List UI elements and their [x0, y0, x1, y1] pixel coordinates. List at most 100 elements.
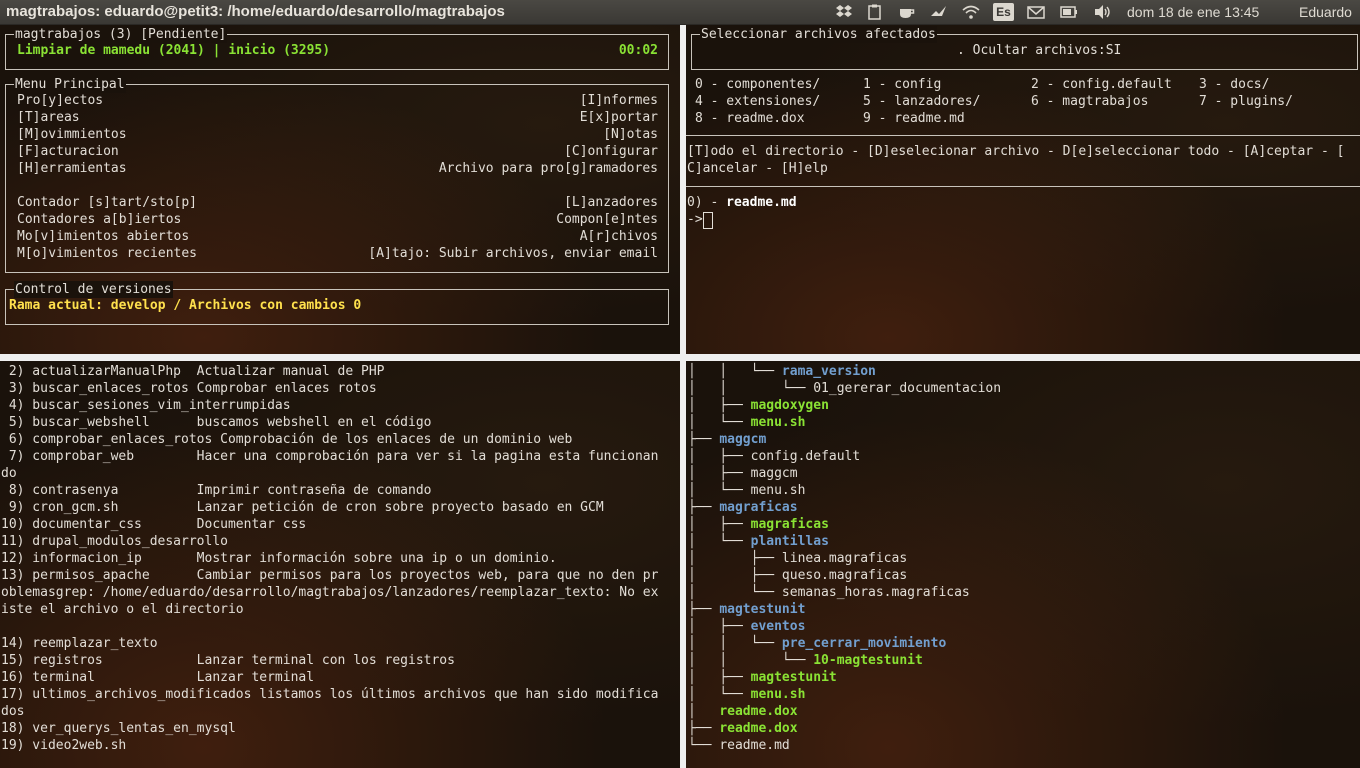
menu-item[interactable]: [A]tajo: Subir archivos, enviar email — [368, 245, 658, 262]
bird-notification-icon[interactable] — [930, 4, 948, 20]
launcher-line[interactable]: iste el archivo o el directorio — [1, 601, 244, 618]
menu-item[interactable]: A[r]chivos — [580, 228, 658, 245]
launcher-line[interactable]: oblemasgrep: /home/eduardo/desarrollo/ma… — [1, 584, 658, 601]
file-option[interactable]: 2 - config.default — [1031, 76, 1172, 93]
menu-item[interactable]: Archivo para pro[g]ramadores — [439, 160, 658, 177]
tree-branch: │ — [688, 704, 720, 719]
launcher-line[interactable]: 4) buscar_sesiones_vim_interrumpidas — [1, 397, 291, 414]
tree-branch: │ ├── — [688, 466, 751, 481]
menu-item[interactable]: Pro[y]ectos — [17, 92, 103, 109]
file-option[interactable]: 9 - readme.md — [863, 110, 965, 127]
tree-branch: │ ├── — [688, 568, 782, 583]
launcher-line[interactable]: 5) buscar_webshell buscamos webshell en … — [1, 414, 432, 431]
menu-item[interactable]: [C]onfigurar — [564, 143, 658, 160]
divider — [686, 135, 1360, 136]
tree-node: │ ├── eventos — [688, 618, 805, 635]
menu-item[interactable]: M[o]vimientos recientes — [17, 245, 197, 262]
launcher-line[interactable]: 15) registros Lanzar terminal con los re… — [1, 652, 455, 669]
tree-file: magraficas — [750, 517, 829, 532]
battery-icon[interactable] — [1060, 4, 1078, 20]
pane-divider-horizontal[interactable] — [0, 354, 1360, 361]
launcher-line[interactable]: 16) terminal Lanzar terminal — [1, 669, 314, 686]
tree-node: │ ├── config.default — [688, 448, 860, 465]
tree-node: │ └── plantillas — [688, 533, 829, 550]
menu-item[interactable]: [N]otas — [603, 126, 658, 143]
tree-branch: ├── — [688, 602, 720, 617]
tree-branch: │ │ └── — [688, 636, 782, 651]
file-selector-box: Seleccionar archivos afectados . Ocultar… — [691, 26, 1358, 70]
tree-directory: eventos — [750, 619, 806, 634]
menu-item[interactable]: Contadores a[b]iertos — [17, 211, 181, 228]
tree-branch: │ └── — [688, 415, 751, 430]
selected-file-prefix: 0) - — [687, 195, 727, 210]
launcher-line[interactable]: 17) ultimos_archivos_modificados listamo… — [1, 686, 658, 703]
tree-branch: │ ├── — [688, 449, 751, 464]
terminal-pane-launchers[interactable]: 2) actualizarManualPhp Actualizar manual… — [0, 361, 680, 768]
menu-item[interactable]: Mo[v]imientos abiertos — [17, 228, 189, 245]
file-option[interactable]: 0 - componentes/ — [695, 76, 820, 93]
actions-line: [T]odo el directorio - [D]eselecionar ar… — [687, 144, 1345, 159]
file-option[interactable]: 1 - config — [863, 76, 941, 93]
current-task: Limpiar de mamedu (2041) | inicio (3295) — [17, 43, 331, 58]
menu-item[interactable]: [L]anzadores — [564, 194, 658, 211]
terminal-pane-main-menu[interactable]: magtrabajos (3) [Pendiente] Limpiar de m… — [0, 25, 680, 354]
tree-branch: │ ├── — [688, 398, 751, 413]
file-option[interactable]: 6 - magtrabajos — [1031, 93, 1148, 110]
tree-branch: ├── — [688, 432, 720, 447]
launcher-line[interactable]: 3) buscar_enlaces_rotos Comprobar enlace… — [1, 380, 377, 397]
launcher-line[interactable]: 8) contrasenya Imprimir contraseña de co… — [1, 482, 432, 499]
menu-item[interactable]: [M]ovimmientos — [17, 126, 127, 143]
tree-file: readme.dox — [719, 721, 798, 736]
clock[interactable]: dom 18 de ene 13:45 — [1127, 4, 1259, 20]
launcher-line[interactable]: 7) comprobar_web Hacer una comprobación … — [1, 448, 659, 465]
menu-item[interactable]: [F]acturacion — [17, 143, 119, 160]
terminal-pane-file-selector[interactable]: Seleccionar archivos afectados . Ocultar… — [686, 25, 1360, 354]
launcher-line[interactable]: 14) reemplazar_texto — [1, 635, 158, 652]
menu-item[interactable]: [I]nformes — [580, 92, 658, 109]
menu-item[interactable]: [T]areas — [17, 109, 80, 126]
coffee-cup-icon[interactable] — [898, 4, 916, 20]
window-title: magtrabajos: eduardo@petit3: /home/eduar… — [6, 3, 505, 20]
selected-file-name: readme.md — [726, 195, 797, 210]
tree-directory: plantillas — [750, 534, 829, 549]
launcher-line[interactable]: 6) comprobar_enlaces_rotos Comprobación … — [1, 431, 573, 448]
wifi-icon[interactable] — [962, 4, 980, 20]
file-option[interactable]: 7 - plugins/ — [1199, 93, 1293, 110]
tree-directory: rama_version — [781, 364, 876, 379]
launcher-line[interactable]: 18) ver_querys_lentas_en_mysql — [1, 720, 236, 737]
divider — [686, 186, 1360, 187]
menu-item[interactable]: [H]erramientas — [17, 160, 127, 177]
file-option[interactable]: 5 - lanzadores/ — [863, 93, 980, 110]
keyboard-layout-icon[interactable]: Es — [993, 3, 1014, 21]
command-prompt[interactable]: -> — [687, 211, 703, 228]
menu-item[interactable]: E[x]portar — [580, 109, 658, 126]
user-menu[interactable]: Eduardo — [1299, 4, 1352, 20]
menu-item[interactable]: Contador [s]tart/sto[p] — [17, 194, 197, 211]
launcher-line[interactable]: 19) video2web.sh — [1, 737, 126, 754]
menu-item[interactable]: Compon[e]ntes — [556, 211, 658, 228]
dropbox-icon[interactable] — [835, 4, 853, 20]
file-option[interactable]: 4 - extensiones/ — [695, 93, 820, 110]
launcher-line[interactable]: 10) documentar_css Documentar css — [1, 516, 306, 533]
launcher-line[interactable]: 12) informacion_ip Mostrar información s… — [1, 550, 557, 567]
pane-divider-vertical[interactable] — [680, 25, 686, 768]
tree-branch: │ │ └── — [688, 364, 782, 379]
status-box-title: magtrabajos (3) [Pendiente] — [14, 26, 228, 43]
launcher-line[interactable]: 13) permisos_apache Cambiar permisos par… — [1, 567, 658, 584]
launcher-line[interactable]: 9) cron_gcm.sh Lanzar petición de cron s… — [1, 499, 604, 516]
tree-node: │ │ └── rama_version — [688, 363, 876, 380]
clipboard-icon[interactable] — [866, 4, 884, 20]
file-option[interactable]: 8 - readme.dox — [695, 110, 805, 127]
tree-branch: ├── — [688, 500, 720, 515]
launcher-line[interactable]: do — [1, 465, 17, 482]
mail-icon[interactable] — [1027, 4, 1045, 20]
tree-node: ├── magraficas — [688, 499, 798, 516]
tree-node: │ ├── magtestunit — [688, 669, 837, 686]
launcher-line[interactable]: 2) actualizarManualPhp Actualizar manual… — [1, 363, 385, 380]
tree-directory: pre_cerrar_movimiento — [781, 636, 947, 651]
volume-icon[interactable] — [1094, 4, 1112, 20]
terminal-pane-file-tree[interactable]: │ │ └── rama_version │ │ └── 01_gererar_d… — [686, 361, 1360, 768]
file-option[interactable]: 3 - docs/ — [1199, 76, 1269, 93]
launcher-line[interactable]: 11) drupal_modulos_desarrollo — [1, 533, 228, 550]
launcher-line[interactable]: dos — [1, 703, 24, 720]
